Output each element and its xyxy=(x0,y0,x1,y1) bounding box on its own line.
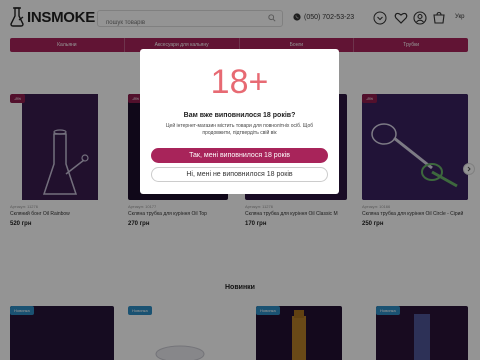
deny-age-button[interactable]: Ні, мені не виповнилося 18 років xyxy=(151,167,328,182)
age-question: Вам вже виповнилося 18 років? xyxy=(183,112,296,119)
age-description: Цей інтернет-магазин містить товари для … xyxy=(165,123,314,136)
age-heading: 18+ xyxy=(210,63,269,101)
confirm-age-button[interactable]: Так, мені виповнилося 18 років xyxy=(151,148,328,163)
age-verification-modal: 18+ Вам вже виповнилося 18 років? Цей ін… xyxy=(140,49,339,194)
